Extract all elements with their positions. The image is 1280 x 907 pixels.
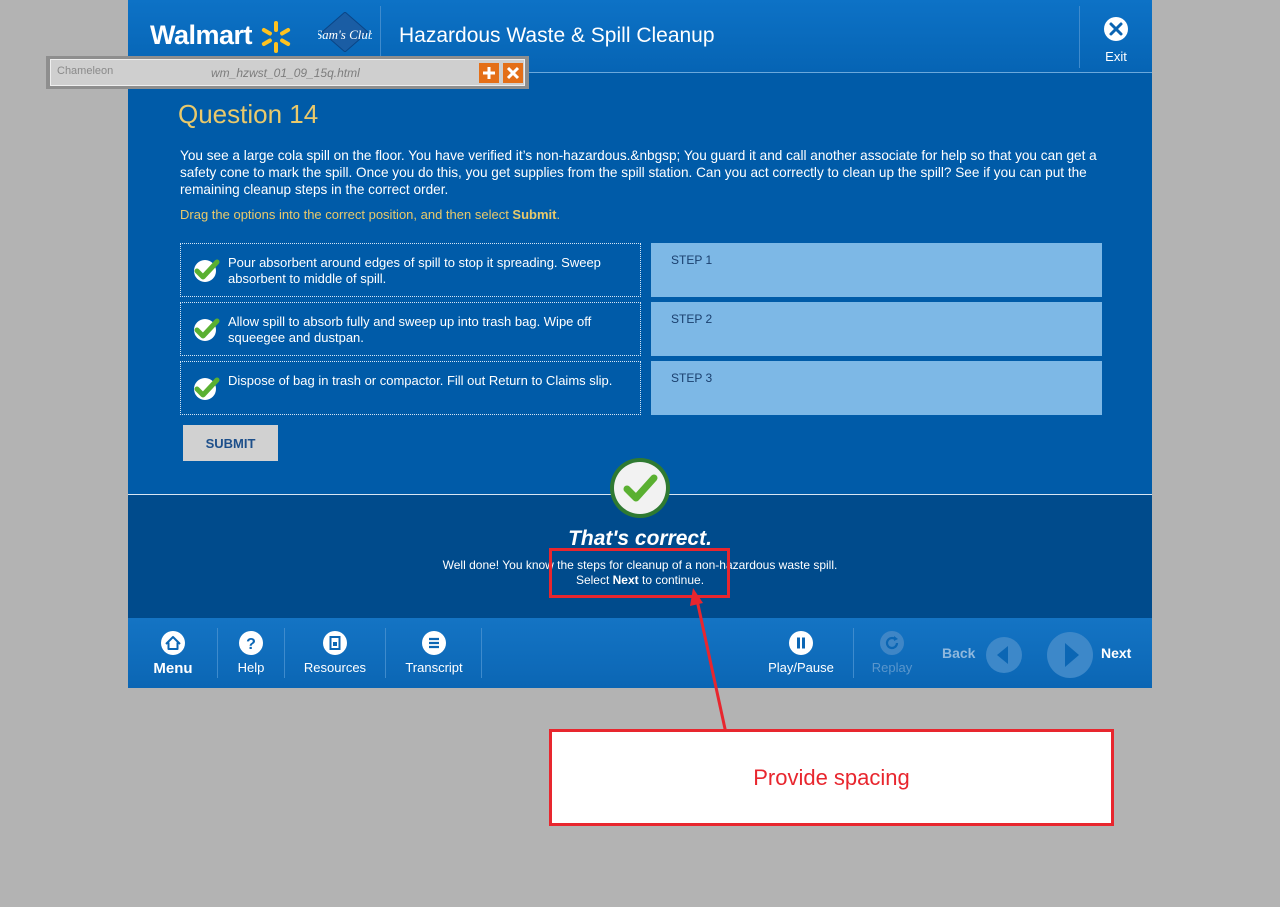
- svg-text:?: ?: [246, 636, 256, 653]
- question-title: Question 14: [178, 99, 319, 129]
- plus-icon[interactable]: [479, 63, 499, 83]
- play-pause-button[interactable]: Play/Pause: [765, 630, 837, 675]
- exit-label: Exit: [1105, 49, 1127, 64]
- annotation-note: Provide spacing: [549, 729, 1114, 826]
- drop-target-step-3[interactable]: STEP 3: [651, 361, 1102, 415]
- drop-target-step-1[interactable]: STEP 1: [651, 243, 1102, 297]
- help-button[interactable]: ? Help: [233, 630, 269, 675]
- transcript-button[interactable]: Transcript: [402, 630, 466, 675]
- help-label: Help: [237, 660, 265, 675]
- walmart-logo: Walmart: [150, 20, 253, 50]
- step-label: STEP 1: [671, 253, 713, 267]
- chameleon-logo: Chameleon: [57, 65, 114, 77]
- close-circle-icon: [1104, 17, 1128, 41]
- question-text: You see a large cola spill on the floor.…: [180, 148, 1097, 197]
- sams-logo-text: Sam's Club: [318, 27, 372, 42]
- footer-divider: [385, 628, 386, 678]
- chameleon-toolbar: Chameleon wm_hzwst_01_09_15q.html: [46, 56, 529, 89]
- checkmark-icon: [194, 318, 220, 341]
- menu-label: Menu: [153, 660, 193, 677]
- instruction-submit: Submit: [512, 207, 557, 222]
- instruction-text: Drag the options into the correct positi…: [180, 207, 560, 222]
- back-label[interactable]: Back: [942, 645, 975, 661]
- drag-option[interactable]: Dispose of bag in trash or compactor. Fi…: [180, 361, 641, 415]
- footer-divider: [217, 628, 218, 678]
- footer-divider: [481, 628, 482, 678]
- resources-button[interactable]: Resources: [300, 630, 370, 675]
- course-title: Hazardous Waste & Spill Cleanup: [399, 24, 715, 47]
- footer-divider: [853, 628, 854, 678]
- exit-button[interactable]: Exit: [1094, 16, 1138, 64]
- instruction-prefix: Drag the options into the correct positi…: [180, 207, 513, 222]
- annotation-note-text: Provide spacing: [753, 765, 910, 790]
- chameleon-toolbar-inner: Chameleon wm_hzwst_01_09_15q.html: [50, 59, 525, 86]
- replay-button[interactable]: Replay: [870, 630, 914, 675]
- menu-button[interactable]: Menu: [153, 630, 193, 677]
- walmart-spark-icon: [261, 21, 291, 53]
- document-icon: [323, 631, 347, 655]
- back-arrow-icon[interactable]: [985, 636, 1023, 674]
- checkmark-icon: [194, 259, 220, 282]
- next-arrow-icon[interactable]: [1046, 631, 1094, 679]
- option-text: Dispose of bag in trash or compactor. Fi…: [228, 373, 613, 388]
- step-label: STEP 3: [671, 371, 713, 385]
- option-text: Pour absorbent around edges of spill to …: [228, 255, 601, 286]
- option-text: Allow spill to absorb fully and sweep up…: [228, 314, 592, 345]
- annotation-highlight-box: [549, 548, 730, 598]
- header-divider: [1079, 6, 1080, 68]
- replay-label: Replay: [871, 660, 913, 675]
- drag-option[interactable]: Pour absorbent around edges of spill to …: [180, 243, 641, 297]
- checkmark-icon: [194, 377, 220, 400]
- footer-nav: Menu ? Help Resources Transcript Play/Pa…: [128, 618, 1152, 688]
- close-icon[interactable]: [503, 63, 523, 83]
- pause-icon: [789, 631, 813, 655]
- play-pause-label: Play/Pause: [768, 660, 834, 675]
- replay-icon: [880, 631, 904, 655]
- drop-target-step-2[interactable]: STEP 2: [651, 302, 1102, 356]
- transcript-label: Transcript: [405, 660, 463, 675]
- submit-button[interactable]: SUBMIT: [183, 425, 278, 461]
- sams-club-logo: Sam's Club: [318, 12, 372, 52]
- drag-option[interactable]: Allow spill to absorb fully and sweep up…: [180, 302, 641, 356]
- chameleon-filename: wm_hzwst_01_09_15q.html: [211, 66, 360, 80]
- footer-divider: [284, 628, 285, 678]
- next-label[interactable]: Next: [1101, 645, 1131, 661]
- instruction-suffix: .: [556, 207, 561, 222]
- correct-check-icon: [610, 458, 670, 518]
- list-icon: [422, 631, 446, 655]
- step-label: STEP 2: [671, 312, 713, 326]
- question-mark-icon: ?: [239, 631, 263, 655]
- resources-label: Resources: [303, 660, 367, 675]
- home-icon: [161, 631, 185, 655]
